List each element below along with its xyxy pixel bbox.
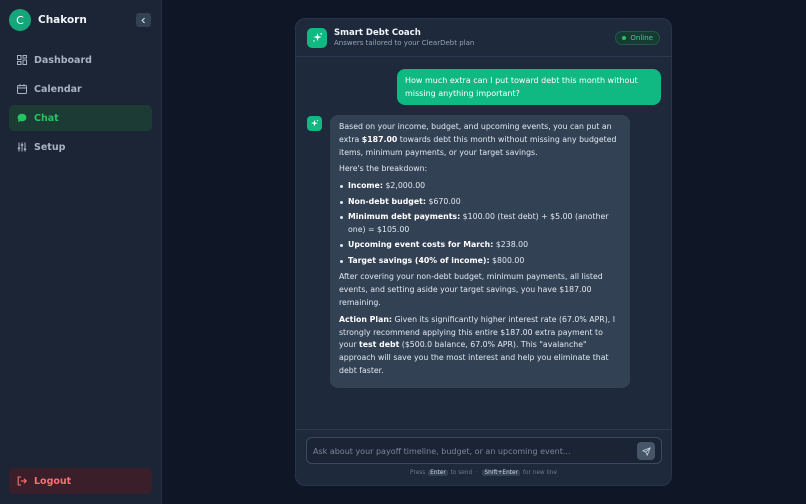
status-badge: Online — [615, 31, 660, 45]
shift-enter-key: Shift+Enter — [482, 470, 520, 476]
message-input-box — [306, 437, 662, 464]
chevron-left-icon — [141, 17, 145, 23]
bot-intro: Based on your income, budget, and upcomi… — [339, 122, 617, 157]
logout-icon — [17, 476, 27, 486]
list-item: Target savings (40% of income): $800.00 — [339, 255, 621, 268]
send-icon — [641, 446, 651, 456]
collapse-sidebar-button[interactable] — [136, 13, 151, 27]
user-message: How much extra can I put toward debt thi… — [397, 69, 661, 105]
send-button[interactable] — [637, 442, 655, 460]
message-input[interactable] — [313, 443, 628, 459]
chat-bubble-icon — [17, 113, 27, 123]
sidebar-item-label: Setup — [34, 141, 66, 153]
list-item: Minimum debt payments: $100.00 (test deb… — [339, 211, 621, 237]
sidebar-item-calendar[interactable]: Calendar — [9, 76, 152, 102]
grid-icon — [17, 55, 27, 65]
sidebar-item-dashboard[interactable]: Dashboard — [9, 47, 152, 73]
logout-label: Logout — [34, 475, 72, 487]
sidebar-item-label: Dashboard — [34, 54, 92, 66]
calendar-icon — [17, 84, 27, 94]
chat-panel: Smart Debt Coach Answers tailored to you… — [295, 18, 672, 486]
status-dot-icon — [622, 36, 627, 40]
brand-name: Chakorn — [38, 14, 87, 26]
bot-summary: After covering your non-debt budget, min… — [339, 272, 603, 307]
sidebar-nav: Dashboard Calendar Chat Setup — [9, 47, 152, 163]
action-plan: Action Plan: Given its significantly hig… — [339, 314, 616, 375]
sidebar-item-label: Calendar — [34, 83, 82, 95]
avatar: C — [9, 9, 31, 31]
sidebar-item-setup[interactable]: Setup — [9, 134, 152, 160]
list-item: Non-debt budget: $670.00 — [339, 196, 621, 209]
chat-footer: Press Enter to send · Shift+Enter for ne… — [296, 429, 671, 485]
chat-title: Smart Debt Coach — [334, 28, 421, 38]
keyboard-hint: Press Enter to send · Shift+Enter for ne… — [410, 470, 557, 476]
list-item: Upcoming event costs for March: $238.00 — [339, 239, 621, 252]
logout-button[interactable]: Logout — [9, 468, 152, 494]
breakdown-list: Income: $2,000.00 Non-debt budget: $670.… — [339, 180, 621, 267]
list-item: Income: $2,000.00 — [339, 180, 621, 193]
sidebar-item-label: Chat — [34, 112, 59, 124]
sidebar-item-chat[interactable]: Chat — [9, 105, 152, 131]
bot-message: Based on your income, budget, and upcomi… — [330, 115, 630, 388]
sliders-icon — [17, 142, 27, 152]
chat-header: Smart Debt Coach Answers tailored to you… — [296, 19, 671, 57]
sidebar: C Chakorn Dashboard Calendar Chat Setup … — [0, 0, 162, 504]
status-label: Online — [630, 34, 653, 42]
sparkle-icon — [307, 27, 327, 48]
bot-avatar-sparkle-icon — [307, 116, 322, 131]
chat-subtitle: Answers tailored to your ClearDebt plan — [334, 39, 475, 47]
breakdown-heading: Here's the breakdown: — [339, 164, 428, 174]
enter-key: Enter — [428, 470, 448, 476]
brand: C Chakorn — [9, 9, 87, 31]
